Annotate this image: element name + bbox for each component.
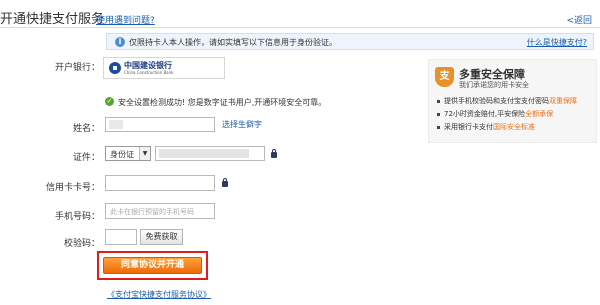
agreement-link[interactable]: 《支付宝快捷支付服务协议》: [107, 289, 211, 300]
side-subtitle: 我们承诺您的用卡安全: [459, 81, 529, 89]
check-circle-icon: ✓: [105, 97, 114, 106]
page-title: 开通快捷支付服务: [0, 12, 105, 27]
bank-label: 开户银行：: [54, 63, 100, 73]
name-value-masked: [109, 120, 123, 129]
ccb-logo-icon: [109, 62, 121, 74]
title-divider: [0, 27, 600, 28]
side-list-item: 采用银行卡支付国际安全标准: [437, 122, 535, 132]
what-is-quickpay-link[interactable]: 什么是快捷支付?: [527, 37, 587, 48]
name-label: 姓名：: [72, 124, 100, 134]
notice-text: 仅限持卡人本人操作，请如实填写以下信息用于身份验证。: [129, 38, 337, 47]
info-icon: i: [115, 37, 125, 47]
name-input[interactable]: [105, 117, 215, 132]
cert-number-input[interactable]: [155, 146, 265, 161]
lock-icon: [222, 178, 228, 187]
shield-icon: 支: [435, 67, 454, 87]
side-list-item: 72小时资金赔付,平安保险全额承保: [437, 109, 553, 119]
cert-value-masked: [159, 149, 249, 158]
code-label: 校验码：: [63, 239, 100, 249]
bank-name-en: China Construction Bank: [124, 70, 174, 75]
side-list-item: 提供手机校验码和支付宝支付密码双重保障: [437, 96, 577, 106]
phone-label: 手机号码：: [54, 212, 100, 222]
submit-highlight-box: 同意协议并开通: [97, 251, 208, 280]
back-link[interactable]: <返回: [566, 13, 592, 26]
phone-placeholder: 此卡在银行预留的手机号码: [110, 208, 194, 216]
security-message: 安全设置检测成功! 您是数字证书用户,开通环境安全可靠。: [118, 98, 327, 107]
cert-type-select[interactable]: 身份证 ▼: [105, 146, 151, 161]
rare-char-link[interactable]: 选择生僻字: [222, 119, 262, 130]
cert-label: 证件：: [72, 153, 100, 163]
lock-icon: [271, 149, 277, 158]
card-number-input[interactable]: [105, 175, 215, 191]
security-guarantee-panel: 支 多重安全保障 我们承诺您的用卡安全 提供手机校验码和支付宝支付密码双重保障 …: [428, 59, 597, 143]
verification-code-input[interactable]: [105, 229, 137, 245]
chevron-down-icon: ▼: [139, 147, 150, 160]
agree-and-activate-button[interactable]: 同意协议并开通: [103, 257, 202, 274]
cert-type-value: 身份证: [110, 150, 134, 159]
phone-input[interactable]: 此卡在银行预留的手机号码: [105, 203, 215, 219]
notice-bar: i 仅限持卡人本人操作，请如实填写以下信息用于身份验证。 什么是快捷支付?: [106, 33, 594, 50]
bank-logo: 中国建设银行 China Construction Bank: [103, 57, 225, 79]
get-code-button[interactable]: 免费获取: [140, 229, 183, 245]
card-label: 信用卡卡号：: [45, 183, 100, 193]
help-link[interactable]: 使用遇到问题?: [96, 13, 155, 26]
